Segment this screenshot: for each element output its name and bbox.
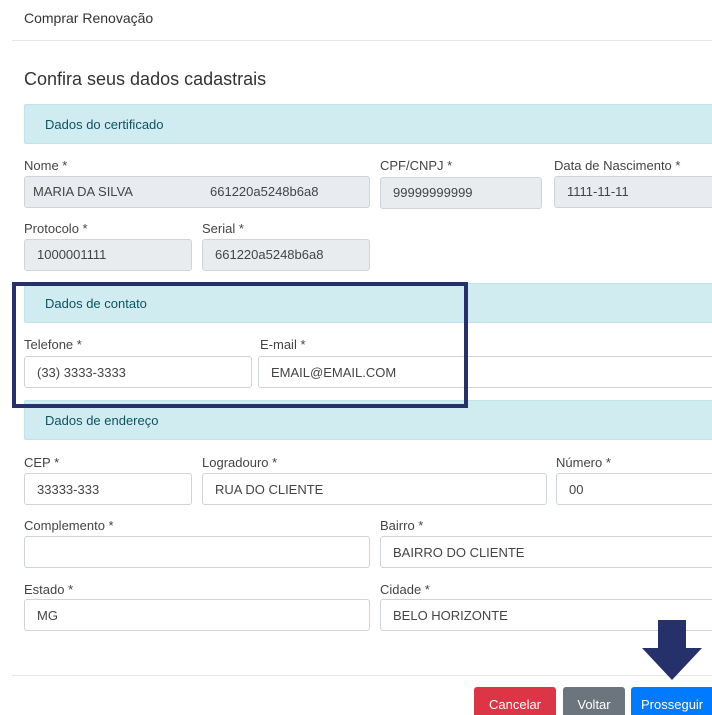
numero-input[interactable] xyxy=(556,473,712,505)
serial-label: Serial * xyxy=(202,221,244,236)
header-title: Comprar Renovação xyxy=(24,10,154,26)
footer-divider xyxy=(12,675,712,676)
cidade-label: Cidade * xyxy=(380,582,430,597)
bairro-label: Bairro * xyxy=(380,518,424,533)
cancel-button[interactable]: Cancelar xyxy=(474,687,556,715)
arrow-down-icon xyxy=(642,620,702,680)
nome-value: MARIA DA SILVA xyxy=(33,184,133,199)
serial-field: 661220a5248b6a8 xyxy=(202,239,370,271)
protocolo-field: 1000001111 xyxy=(24,239,192,271)
estado-label: Estado * xyxy=(24,582,74,597)
cpf-label: CPF/CNPJ * xyxy=(380,158,453,173)
nome-label: Nome * xyxy=(24,158,68,173)
cep-input[interactable] xyxy=(24,473,192,505)
header-divider xyxy=(12,40,712,41)
complemento-input[interactable] xyxy=(24,536,370,568)
cep-label: CEP * xyxy=(24,455,60,470)
numero-label: Número * xyxy=(556,455,611,470)
renewal-page: Comprar Renovação Confira seus dados cad… xyxy=(0,0,712,715)
protocolo-label: Protocolo * xyxy=(24,221,88,236)
contact-highlight-box xyxy=(12,282,468,408)
complemento-label: Complemento * xyxy=(24,518,114,533)
section-address-title: Dados de endereço xyxy=(45,413,159,428)
estado-input[interactable] xyxy=(24,599,370,631)
bairro-input[interactable] xyxy=(380,536,712,568)
logradouro-label: Logradouro * xyxy=(202,455,278,470)
page-title: Confira seus dados cadastrais xyxy=(24,69,267,89)
logradouro-input[interactable] xyxy=(202,473,547,505)
cpf-field: 99999999999 xyxy=(380,177,542,209)
nascimento-label: Data de Nascimento * xyxy=(554,158,681,173)
nascimento-field: 1111-11-11 xyxy=(554,176,712,208)
section-certificate: Dados do certificado xyxy=(24,104,712,144)
back-button[interactable]: Voltar xyxy=(563,687,625,715)
nome-field: MARIA DA SILVA 661220a5248b6a8 xyxy=(24,176,370,208)
nome-suffix: 661220a5248b6a8 xyxy=(210,184,319,199)
section-certificate-title: Dados do certificado xyxy=(45,117,164,132)
proceed-button[interactable]: Prosseguir xyxy=(631,687,712,715)
